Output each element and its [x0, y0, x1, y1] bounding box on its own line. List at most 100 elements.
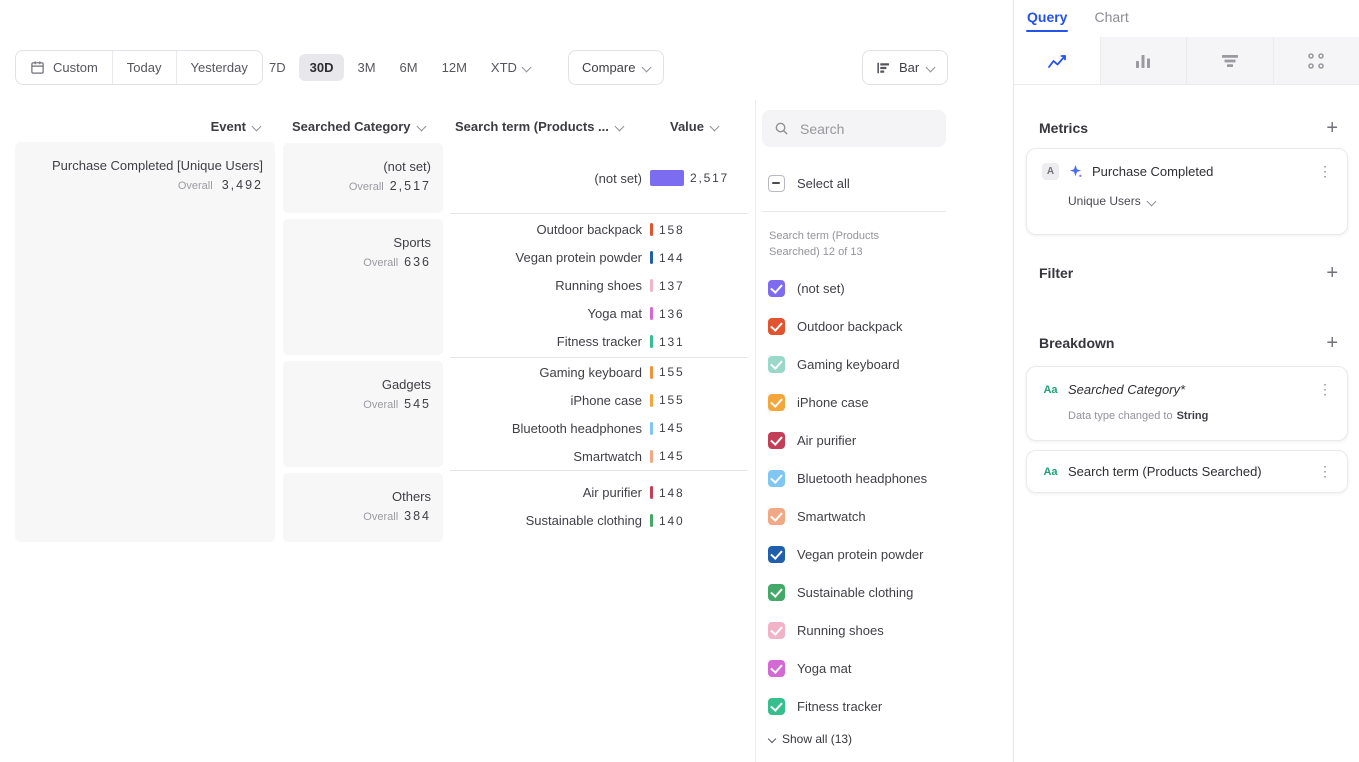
search-term-label: Smartwatch: [450, 449, 642, 464]
value-row: Yoga mat136: [450, 300, 747, 328]
checkbox-checked-icon[interactable]: [768, 698, 785, 715]
filter-item[interactable]: Bluetooth headphones: [768, 459, 927, 497]
filter-item[interactable]: Outdoor backpack: [768, 307, 927, 345]
checkbox-checked-icon[interactable]: [768, 508, 785, 525]
breakdown-card[interactable]: Aa Searched Category* ⋮ Data type change…: [1026, 366, 1348, 441]
value-bar: [650, 335, 653, 348]
checkbox-checked-icon[interactable]: [768, 318, 785, 335]
checkbox-indeterminate-icon[interactable]: [768, 175, 785, 192]
show-all-button[interactable]: Show all (13): [769, 732, 852, 746]
date-preset-label: 7D: [269, 60, 286, 75]
value-row: Outdoor backpack158: [450, 216, 747, 244]
checkbox-checked-icon[interactable]: [768, 432, 785, 449]
filter-item-label: Fitness tracker: [797, 699, 882, 714]
column-header-search-term[interactable]: Search term (Products ...: [455, 116, 623, 136]
checkbox-checked-icon[interactable]: [768, 356, 785, 373]
kebab-menu-icon[interactable]: ⋮: [1318, 381, 1332, 398]
breakdown-note-text: Data type changed to: [1068, 410, 1173, 422]
filter-item[interactable]: iPhone case: [768, 383, 927, 421]
today-button[interactable]: Today: [112, 51, 176, 84]
breakdown-card[interactable]: Aa Search term (Products Searched) ⋮: [1026, 450, 1348, 493]
filter-item[interactable]: Yoga mat: [768, 649, 927, 687]
tab-funnel-report[interactable]: [1186, 37, 1273, 84]
select-all-control[interactable]: Select all: [768, 175, 850, 192]
kebab-menu-icon[interactable]: ⋮: [1318, 163, 1332, 180]
panel-divider: [755, 100, 756, 762]
checkbox-checked-icon[interactable]: [768, 660, 785, 677]
filter-item-label: Smartwatch: [797, 509, 866, 524]
column-header-value[interactable]: Value: [670, 116, 718, 136]
date-preset-label: 6M: [400, 60, 418, 75]
value-bar: [650, 394, 653, 407]
tab-query[interactable]: Query: [1027, 9, 1067, 32]
filter-item[interactable]: (not set): [768, 269, 927, 307]
search-input[interactable]: [798, 120, 934, 138]
filter-section-title: Filter +: [1039, 263, 1338, 283]
filter-item[interactable]: Smartwatch: [768, 497, 927, 535]
filter-item-label: Gaming keyboard: [797, 357, 900, 372]
date-preset-12m[interactable]: 12M: [431, 54, 478, 81]
measure-selector[interactable]: Unique Users: [1068, 194, 1332, 208]
event-overall: Overall 3,492: [27, 178, 263, 192]
search-term-label: Outdoor backpack: [450, 222, 642, 237]
filter-item[interactable]: Gaming keyboard: [768, 345, 927, 383]
value-bar: [650, 514, 653, 527]
column-header-category[interactable]: Searched Category: [292, 116, 425, 136]
checkbox-checked-icon[interactable]: [768, 280, 785, 297]
breakdown-name: Searched Category*: [1068, 382, 1309, 397]
value-row: Vegan protein powder144: [450, 244, 747, 272]
category-name: Sports: [295, 234, 431, 251]
date-preset-3m[interactable]: 3M: [346, 54, 386, 81]
date-preset-xtd[interactable]: XTD: [480, 54, 541, 81]
tab-bar-report[interactable]: [1100, 37, 1187, 84]
search-box: [762, 110, 946, 147]
yesterday-button[interactable]: Yesterday: [176, 51, 262, 84]
add-breakdown-button[interactable]: +: [1326, 333, 1338, 353]
checkbox-checked-icon[interactable]: [768, 584, 785, 601]
date-preset-30d[interactable]: 30D: [299, 54, 345, 81]
filter-divider: [762, 211, 946, 212]
checkbox-checked-icon[interactable]: [768, 546, 785, 563]
column-header-label: Event: [211, 119, 246, 134]
checkbox-checked-icon[interactable]: [768, 394, 785, 411]
filter-item[interactable]: Air purifier: [768, 421, 927, 459]
add-metric-button[interactable]: +: [1326, 118, 1338, 138]
chevron-down-icon: [768, 735, 776, 743]
value-text: 144: [659, 251, 684, 265]
filter-item[interactable]: Fitness tracker: [768, 687, 927, 725]
filter-item-label: Running shoes: [797, 623, 884, 638]
column-header-event[interactable]: Event: [15, 116, 260, 136]
overall-label: Overall: [178, 180, 213, 192]
yesterday-label: Yesterday: [191, 60, 248, 75]
tab-chart[interactable]: Chart: [1094, 9, 1128, 32]
filter-item-label: Bluetooth headphones: [797, 471, 927, 486]
checkbox-checked-icon[interactable]: [768, 622, 785, 639]
report-type-tabs: [1014, 37, 1359, 85]
metric-card[interactable]: A Purchase Completed ⋮ Unique Users: [1026, 148, 1348, 235]
checkbox-checked-icon[interactable]: [768, 470, 785, 487]
search-term-label: Fitness tracker: [450, 334, 642, 349]
value-text: 131: [659, 335, 684, 349]
dots-grid-icon: [1306, 51, 1326, 71]
column-header-label: Value: [670, 119, 704, 134]
value-row-group: Outdoor backpack158Vegan protein powder1…: [450, 213, 747, 357]
filter-item-label: iPhone case: [797, 395, 869, 410]
overall-label: Overall: [349, 181, 384, 193]
compare-button[interactable]: Compare: [568, 50, 664, 85]
overall-label: Overall: [363, 257, 398, 269]
value-text: 155: [659, 365, 684, 379]
filter-item[interactable]: Sustainable clothing: [768, 573, 927, 611]
date-preset-7d[interactable]: 7D: [258, 54, 297, 81]
event-name: Purchase Completed [Unique Users]: [27, 157, 263, 174]
value-bar: [650, 450, 653, 463]
chart-type-button[interactable]: Bar: [862, 50, 948, 85]
filter-item[interactable]: Vegan protein powder: [768, 535, 927, 573]
metric-card-row: A Purchase Completed ⋮: [1042, 163, 1332, 180]
tab-flows-report[interactable]: [1273, 37, 1359, 84]
custom-date-button[interactable]: Custom: [16, 51, 112, 84]
date-preset-6m[interactable]: 6M: [389, 54, 429, 81]
filter-item[interactable]: Running shoes: [768, 611, 927, 649]
kebab-menu-icon[interactable]: ⋮: [1318, 463, 1332, 480]
tab-insights-report[interactable]: [1014, 37, 1100, 84]
add-filter-button[interactable]: +: [1326, 263, 1338, 283]
